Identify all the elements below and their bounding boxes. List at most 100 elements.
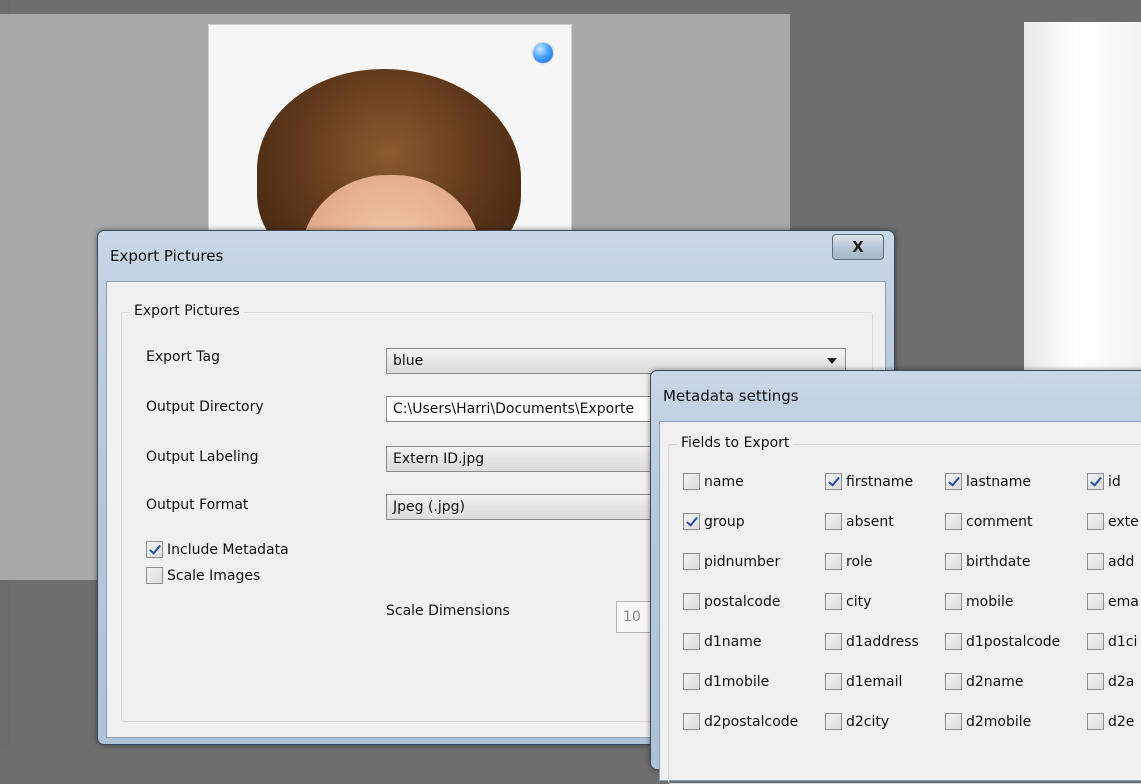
field-checkbox-d2postalcode[interactable]: d2postalcode (683, 713, 798, 730)
field-checkbox-absent[interactable]: absent (825, 513, 894, 530)
scale-dimensions-value: 10 (623, 609, 641, 625)
group-title: Export Pictures (130, 303, 244, 319)
field-label: d2postalcode (704, 713, 799, 730)
field-label: pidnumber (704, 553, 781, 570)
checkbox-unchecked-icon (825, 673, 842, 690)
blue-tag-icon[interactable] (533, 43, 553, 63)
field-checkbox-firstname[interactable]: firstname (825, 473, 913, 490)
metadata-settings-dialog: Metadata settings Fields to Export name f… (650, 370, 1141, 784)
checkbox-unchecked-icon (1087, 513, 1104, 530)
field-checkbox-group[interactable]: group (683, 513, 745, 530)
export-tag-label: Export Tag (146, 349, 220, 365)
field-label: id (1108, 473, 1121, 490)
field-label: city (846, 593, 872, 610)
group-title: Fields to Export (677, 435, 794, 451)
checkbox-unchecked-icon (683, 553, 700, 570)
scale-dimensions-label: Scale Dimensions (386, 603, 510, 619)
field-checkbox-comment[interactable]: comment (945, 513, 1033, 530)
export-dialog-titlebar[interactable]: Export Pictures X (98, 231, 894, 277)
field-label: d2name (966, 673, 1024, 690)
fields-to-export-group: Fields to Export name firstname lastname id… (668, 435, 1141, 784)
checkbox-checked-icon (945, 473, 962, 490)
field-checkbox-lastname[interactable]: lastname (945, 473, 1031, 490)
field-label: exte (1108, 513, 1139, 530)
field-checkbox-d2name[interactable]: d2name (945, 673, 1024, 690)
field-label: d2city (846, 713, 890, 730)
checkbox-unchecked-icon (825, 513, 842, 530)
field-label: role (846, 553, 873, 570)
scale-images-checkbox[interactable]: Scale Images (146, 567, 260, 584)
checkbox-unchecked-icon (945, 593, 962, 610)
include-metadata-checkbox[interactable]: Include Metadata (146, 541, 289, 558)
checkbox-unchecked-icon (825, 633, 842, 650)
field-checkbox-d1postalcode[interactable]: d1postalcode (945, 633, 1060, 650)
checkbox-checked-icon (1087, 473, 1104, 490)
checkbox-unchecked-icon (945, 673, 962, 690)
field-label: d2e (1108, 713, 1135, 730)
output-format-value: Jpeg (.jpg) (393, 499, 466, 515)
checkbox-unchecked-icon (945, 553, 962, 570)
photo-thumbnail-right[interactable] (1024, 22, 1141, 382)
field-checkbox-birthdate[interactable]: birthdate (945, 553, 1030, 570)
field-label: birthdate (966, 553, 1031, 570)
field-label: group (704, 513, 745, 530)
field-checkbox-mobile[interactable]: mobile (945, 593, 1013, 610)
output-labeling-label: Output Labeling (146, 449, 259, 465)
checkbox-unchecked-icon (146, 567, 163, 584)
field-checkbox-d1name[interactable]: d1name (683, 633, 762, 650)
field-checkbox-city[interactable]: city (825, 593, 871, 610)
field-label: comment (966, 513, 1033, 530)
field-checkbox-pidnumber[interactable]: pidnumber (683, 553, 780, 570)
field-label: add (1108, 553, 1135, 570)
checkbox-unchecked-icon (945, 633, 962, 650)
field-label: d1postalcode (966, 633, 1061, 650)
field-checkbox-d2city[interactable]: d2city (825, 713, 889, 730)
field-label: d1mobile (704, 673, 770, 690)
output-labeling-value: Extern ID.jpg (393, 451, 485, 467)
checkbox-unchecked-icon (825, 713, 842, 730)
field-checkbox-d2mobile[interactable]: d2mobile (945, 713, 1031, 730)
scale-images-label: Scale Images (167, 567, 261, 584)
checkbox-unchecked-icon (683, 473, 700, 490)
field-checkbox-d1address[interactable]: d1address (825, 633, 919, 650)
output-directory-value: C:\Users\Harri\Documents\Exporte (393, 401, 635, 417)
checkbox-unchecked-icon (683, 633, 700, 650)
checkbox-unchecked-icon (1087, 593, 1104, 610)
field-checkbox-d1ci[interactable]: d1ci (1087, 633, 1137, 650)
field-checkbox-name[interactable]: name (683, 473, 744, 490)
checkbox-checked-icon (146, 541, 163, 558)
metadata-dialog-titlebar[interactable]: Metadata settings (651, 371, 1141, 417)
field-checkbox-d2a[interactable]: d2a (1087, 673, 1134, 690)
field-label: firstname (846, 473, 914, 490)
output-format-label: Output Format (146, 497, 249, 513)
field-label: d2mobile (966, 713, 1032, 730)
field-checkbox-exte[interactable]: exte (1087, 513, 1139, 530)
checkbox-unchecked-icon (1087, 633, 1104, 650)
checkbox-unchecked-icon (945, 713, 962, 730)
field-label: d2a (1108, 673, 1135, 690)
checkbox-unchecked-icon (825, 553, 842, 570)
chevron-down-icon (827, 358, 837, 364)
checkbox-unchecked-icon (1087, 553, 1104, 570)
close-button[interactable]: X (832, 234, 884, 260)
field-checkbox-postalcode[interactable]: postalcode (683, 593, 780, 610)
checkbox-unchecked-icon (825, 593, 842, 610)
field-label: ema (1108, 593, 1139, 610)
checkbox-unchecked-icon (945, 513, 962, 530)
field-checkbox-d1mobile[interactable]: d1mobile (683, 673, 769, 690)
field-checkbox-add[interactable]: add (1087, 553, 1134, 570)
checkbox-unchecked-icon (683, 673, 700, 690)
field-checkbox-ema[interactable]: ema (1087, 593, 1139, 610)
field-label: d1address (846, 633, 919, 650)
field-checkbox-d2e[interactable]: d2e (1087, 713, 1134, 730)
field-checkbox-d1email[interactable]: d1email (825, 673, 902, 690)
checkbox-checked-icon (683, 513, 700, 530)
field-label: name (704, 473, 744, 490)
output-directory-label: Output Directory (146, 399, 264, 415)
field-checkbox-role[interactable]: role (825, 553, 873, 570)
field-checkbox-id[interactable]: id (1087, 473, 1121, 490)
include-metadata-label: Include Metadata (167, 541, 289, 558)
dialog-title: Export Pictures (110, 247, 224, 265)
dialog-title: Metadata settings (663, 387, 799, 405)
field-label: d1email (846, 673, 903, 690)
